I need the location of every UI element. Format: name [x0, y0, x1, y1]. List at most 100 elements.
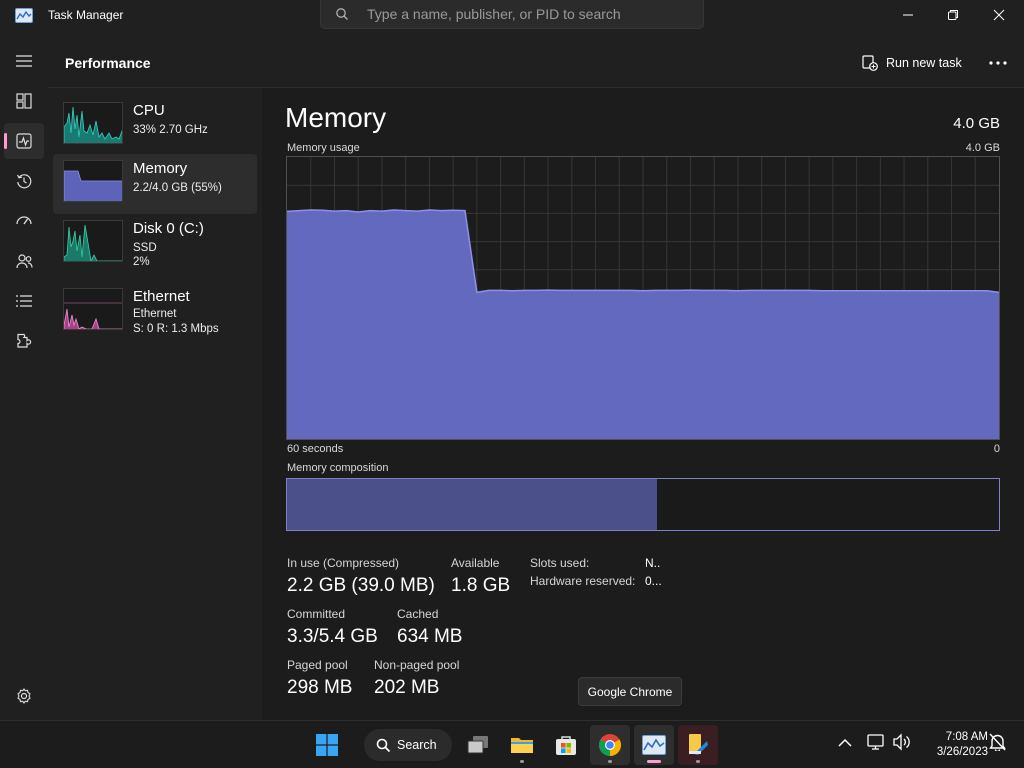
minimize-icon [903, 14, 913, 16]
resource-disk[interactable]: Disk 0 (C:) SSD 2% [53, 214, 257, 274]
active-indicator [647, 760, 661, 763]
search-icon [336, 8, 348, 20]
command-bar: Performance Run new task [48, 32, 1024, 88]
taskbar: Search 7:08 AM 3/26/2023 [0, 720, 1024, 768]
time-end-label: 0 [993, 443, 1000, 455]
resource-memory[interactable]: Memory 2.2/4.0 GB (55%) [53, 154, 257, 214]
slots-used-label: Slots used: [530, 556, 590, 570]
nav-settings[interactable] [4, 678, 44, 714]
users-icon [15, 254, 33, 269]
committed-value: 3.3/5.4 GB [287, 626, 378, 647]
paint-icon [689, 734, 708, 755]
nav-processes[interactable] [4, 83, 44, 119]
clock-time: 7:08 AM [945, 731, 988, 743]
nav-users[interactable] [4, 243, 44, 279]
restore-button[interactable] [930, 0, 976, 30]
memory-composition-bar [286, 478, 1000, 531]
hamburger-icon [16, 55, 32, 67]
time-span-label: 60 seconds [287, 443, 344, 455]
details-icon [16, 295, 32, 307]
title-bar: Task Manager [0, 0, 1024, 32]
chrome-icon [599, 734, 621, 756]
processes-icon [16, 93, 32, 109]
running-indicator [696, 760, 700, 763]
startup-apps-icon [16, 216, 32, 225]
resource-detail: SSD [133, 242, 157, 254]
app-history-icon [16, 174, 32, 189]
performance-icon [16, 133, 32, 149]
close-icon [993, 9, 1005, 21]
task-view-icon [467, 736, 488, 754]
non-paged-pool-label: Non-paged pool [374, 658, 460, 672]
services-icon [17, 333, 32, 348]
memory-thumbnail [63, 160, 123, 202]
run-new-task-label: Run new task [886, 56, 962, 70]
chrome-button[interactable] [590, 725, 630, 765]
memory-usage-graph [286, 156, 1000, 440]
network-icon[interactable] [867, 733, 886, 751]
running-indicator [608, 760, 612, 763]
chevron-up-icon[interactable] [838, 738, 852, 748]
resource-name: Memory [133, 160, 188, 177]
memory-panel: Memory 4.0 GB Memory usage 4.0 GB 60 sec… [262, 88, 1024, 720]
memory-composition-label: Memory composition [287, 462, 389, 474]
running-indicator [520, 760, 524, 763]
paged-pool-value: 298 MB [287, 677, 353, 698]
in-use-label: In use (Compressed) [287, 556, 400, 570]
task-view-button[interactable] [458, 725, 498, 765]
search-icon [376, 738, 391, 752]
notification-icon[interactable] [989, 733, 1006, 751]
ethernet-thumbnail [63, 288, 123, 330]
microsoft-store-button[interactable] [546, 725, 586, 765]
minimize-button[interactable] [885, 0, 931, 30]
nav-app-history[interactable] [4, 163, 44, 199]
more-options-button[interactable] [986, 52, 1010, 74]
resource-list: CPU 33% 2.70 GHz Memory 2.2/4.0 GB (55%)… [48, 88, 262, 720]
memory-usage-chart [286, 157, 1000, 439]
memory-in-use-segment [287, 479, 658, 530]
nav-performance[interactable] [4, 123, 44, 159]
navigation-rail [0, 32, 48, 720]
task-manager-taskbar-button[interactable] [634, 725, 674, 765]
non-paged-pool-value: 202 MB [374, 677, 440, 698]
run-new-task-button[interactable]: Run new task [862, 52, 962, 74]
start-icon [316, 734, 338, 756]
resource-detail: Ethernet [133, 308, 177, 320]
resource-ethernet[interactable]: Ethernet Ethernet S: 0 R: 1.3 Mbps [53, 282, 257, 342]
slots-used-value: N.. [645, 556, 661, 570]
run-new-task-icon [862, 55, 878, 71]
resource-name: CPU [133, 102, 165, 119]
resource-cpu[interactable]: CPU 33% 2.70 GHz [53, 96, 257, 156]
disk-thumbnail [63, 220, 123, 262]
app-title: Task Manager [48, 8, 124, 22]
search-box[interactable] [320, 0, 704, 29]
page-title: Performance [65, 55, 151, 71]
cached-label: Cached [397, 607, 439, 621]
resource-detail-2: 2% [133, 256, 150, 268]
cpu-thumbnail [63, 102, 123, 144]
close-button[interactable] [976, 0, 1022, 30]
nav-startup-apps[interactable] [4, 203, 44, 239]
settings-icon [17, 688, 31, 704]
task-manager-icon [642, 735, 666, 755]
search-input[interactable] [367, 4, 687, 24]
system-clock[interactable]: 7:08 AM 3/26/2023 [920, 730, 988, 760]
taskbar-search-button[interactable]: Search [364, 729, 452, 761]
taskbar-search-label: Search [397, 738, 437, 752]
volume-icon[interactable] [892, 733, 911, 751]
microsoft-store-icon [556, 736, 576, 755]
resource-detail: 33% 2.70 GHz [133, 124, 208, 136]
resource-detail-2: S: 0 R: 1.3 Mbps [133, 323, 219, 335]
nav-details[interactable] [4, 283, 44, 319]
hardware-reserved-value: 0... [645, 574, 662, 588]
hamburger-menu-button[interactable] [4, 43, 44, 79]
start-button[interactable] [307, 725, 347, 765]
available-value: 1.8 GB [451, 575, 511, 596]
nav-services[interactable] [4, 323, 44, 359]
memory-title: Memory [285, 102, 387, 133]
paint-button[interactable] [678, 725, 718, 765]
in-use-value: 2.2 GB (39.0 MB) [287, 575, 435, 596]
clock-date: 3/26/2023 [936, 746, 988, 758]
file-explorer-button[interactable] [502, 725, 542, 765]
hardware-reserved-label: Hardware reserved: [530, 574, 636, 588]
